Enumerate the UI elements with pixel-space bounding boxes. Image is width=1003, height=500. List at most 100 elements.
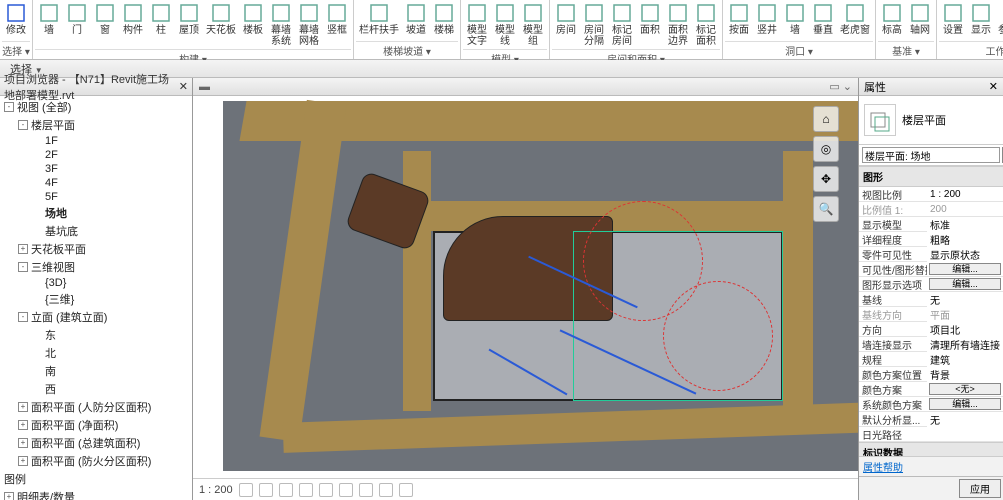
property-value[interactable]: 显示原状态: [927, 247, 1003, 262]
tool-curtain-grid[interactable]: 幕墙 网格: [295, 0, 323, 49]
view-tab-marker[interactable]: ▬: [199, 81, 210, 93]
property-value[interactable]: 标准: [927, 217, 1003, 232]
property-value[interactable]: 无: [927, 292, 1003, 307]
section-header[interactable]: 标识数据: [859, 442, 1003, 456]
tree-item[interactable]: +面积平面 (人防分区面积): [0, 398, 192, 416]
tool-shaft[interactable]: 竖井: [753, 0, 781, 41]
tool-ramp[interactable]: 坡道: [402, 0, 430, 41]
tree-item[interactable]: +面积平面 (防火分区面积): [0, 452, 192, 470]
tree-item[interactable]: +面积平面 (净面积): [0, 416, 192, 434]
tree-item[interactable]: 北: [0, 344, 192, 362]
tool-ceiling[interactable]: 天花板: [203, 0, 239, 49]
tree-item[interactable]: 4F: [0, 176, 192, 190]
tool-railing[interactable]: 栏杆扶手: [356, 0, 402, 41]
tree-item[interactable]: 5F: [0, 190, 192, 204]
tool-curtain-sys[interactable]: 幕墙 系统: [267, 0, 295, 49]
property-value[interactable]: 1 : 200: [927, 189, 1003, 200]
expander-icon[interactable]: +: [18, 244, 28, 254]
tree-item[interactable]: -视图 (全部): [0, 98, 192, 116]
tree-item[interactable]: 东: [0, 326, 192, 344]
tool-dormer[interactable]: 老虎窗: [837, 0, 873, 41]
tree-item[interactable]: {3D}: [0, 276, 192, 290]
tool-model-line[interactable]: 模型 线: [491, 0, 519, 49]
tree-item[interactable]: 南: [0, 362, 192, 380]
property-edit-button[interactable]: <无>: [929, 383, 1001, 395]
sun-path-icon[interactable]: [279, 483, 293, 497]
tool-tag-area[interactable]: 标记 面积: [692, 0, 720, 49]
tool-mullion[interactable]: 竖框: [323, 0, 351, 49]
property-value[interactable]: 项目北: [927, 322, 1003, 337]
tool-room[interactable]: 房间: [552, 0, 580, 49]
tool-by-face[interactable]: 按面: [725, 0, 753, 41]
property-value[interactable]: 粗略: [927, 232, 1003, 247]
expander-icon[interactable]: -: [18, 312, 28, 322]
tree-item[interactable]: -三维视图: [0, 258, 192, 276]
expander-icon[interactable]: -: [4, 102, 14, 112]
tool-window[interactable]: 窗: [91, 0, 119, 49]
detail-level-icon[interactable]: [239, 483, 253, 497]
property-edit-button[interactable]: 编辑...: [929, 263, 1001, 275]
tree-item[interactable]: 图例: [0, 470, 192, 488]
tree-item[interactable]: {三维}: [0, 290, 192, 308]
reveal-icon[interactable]: [399, 483, 413, 497]
apply-button[interactable]: 应用: [959, 479, 1001, 498]
tool-grid[interactable]: 轴网: [906, 0, 934, 41]
section-header[interactable]: 图形: [859, 166, 1003, 187]
tool-wall[interactable]: 墙: [35, 0, 63, 49]
expander-icon[interactable]: -: [18, 120, 28, 130]
visual-style-icon[interactable]: [259, 483, 273, 497]
tree-item[interactable]: +面积平面 (总建筑面积): [0, 434, 192, 452]
tree-item[interactable]: +明细表/数量: [0, 488, 192, 500]
lock-3d-icon[interactable]: [359, 483, 373, 497]
expander-icon[interactable]: +: [18, 420, 28, 430]
tool-model-text[interactable]: 模型 文字: [463, 0, 491, 49]
instance-combo[interactable]: [862, 147, 1000, 163]
tree-item[interactable]: 3F: [0, 162, 192, 176]
property-value[interactable]: 背景: [927, 367, 1003, 382]
expander-icon[interactable]: +: [18, 456, 28, 466]
tool-area-bnd[interactable]: 面积 边界: [664, 0, 692, 49]
tool-show[interactable]: 显示: [967, 0, 995, 41]
property-value[interactable]: 无: [927, 412, 1003, 427]
close-icon[interactable]: ✕: [179, 80, 188, 93]
tool-room-sep[interactable]: 房间 分隔: [580, 0, 608, 49]
tree-item[interactable]: -立面 (建筑立面): [0, 308, 192, 326]
property-value[interactable]: 建筑: [927, 352, 1003, 367]
tool-area[interactable]: 面积: [636, 0, 664, 49]
tree-item[interactable]: -楼层平面: [0, 116, 192, 134]
expander-icon[interactable]: -: [18, 262, 28, 272]
shadows-icon[interactable]: [299, 483, 313, 497]
tool-column[interactable]: 柱: [147, 0, 175, 49]
tool-vert[interactable]: 垂直: [809, 0, 837, 41]
tool-wall-op[interactable]: 墙: [781, 0, 809, 41]
tree-item[interactable]: 2F: [0, 148, 192, 162]
tool-roof[interactable]: 屋顶: [175, 0, 203, 49]
expander-icon[interactable]: +: [18, 438, 28, 448]
expander-icon[interactable]: +: [18, 402, 28, 412]
crop-view-icon[interactable]: [319, 483, 333, 497]
tree-item[interactable]: 1F: [0, 134, 192, 148]
tree-item[interactable]: 基坑底: [0, 222, 192, 240]
tool-tag-room[interactable]: 标记 房间: [608, 0, 636, 49]
close-icon[interactable]: ✕: [989, 80, 998, 93]
property-edit-button[interactable]: 编辑...: [929, 398, 1001, 410]
tool-modify[interactable]: 修改: [2, 0, 30, 41]
tool-set[interactable]: 设置: [939, 0, 967, 41]
tree-item[interactable]: +天花板平面: [0, 240, 192, 258]
tree-item[interactable]: 场地: [0, 204, 192, 222]
nav-pan-icon[interactable]: ✥: [813, 166, 839, 192]
tool-ref[interactable]: 参照 平面: [995, 0, 1003, 41]
property-edit-button[interactable]: 编辑...: [929, 278, 1001, 290]
property-value[interactable]: 清理所有墙连接: [927, 337, 1003, 352]
temp-hide-icon[interactable]: [379, 483, 393, 497]
drawing-canvas[interactable]: ⌂ ◎ ✥ 🔍: [193, 96, 858, 478]
properties-help-link[interactable]: 属性帮助: [859, 456, 1003, 476]
tool-component[interactable]: 构件: [119, 0, 147, 49]
type-selector[interactable]: 楼层平面: [859, 96, 1003, 145]
tool-floor[interactable]: 楼板: [239, 0, 267, 49]
tool-door[interactable]: 门: [63, 0, 91, 49]
tool-level[interactable]: 标高: [878, 0, 906, 41]
tool-stair[interactable]: 楼梯: [430, 0, 458, 41]
nav-wheel-icon[interactable]: ◎: [813, 136, 839, 162]
tree-item[interactable]: 西: [0, 380, 192, 398]
